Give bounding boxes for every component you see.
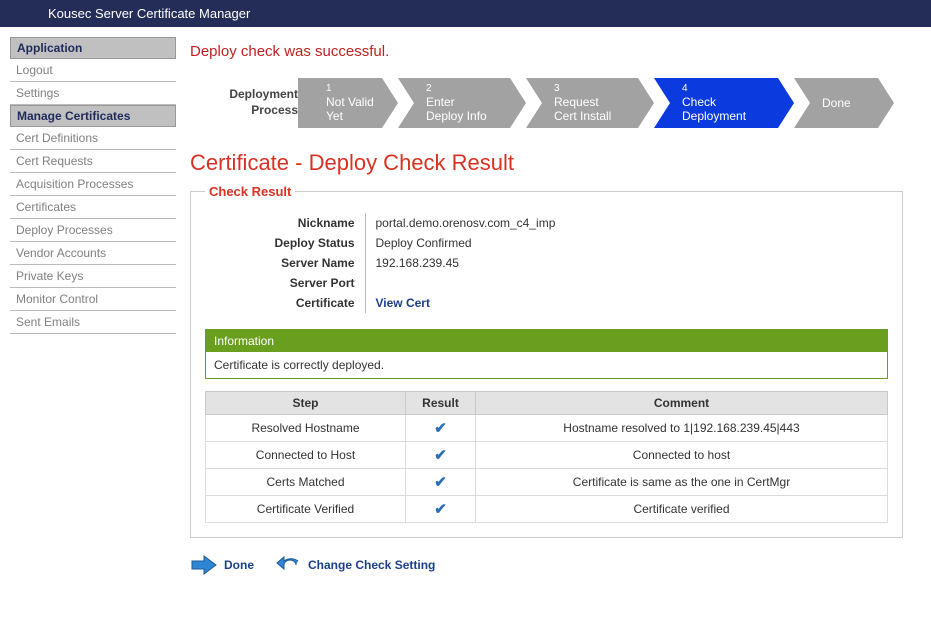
app-title: Kousec Server Certificate Manager bbox=[48, 6, 250, 21]
table-row: Resolved Hostname ✔ Hostname resolved to 1… bbox=[206, 415, 888, 442]
result-details: Nickname portal.demo.orenosv.com_c4_imp … bbox=[205, 213, 565, 313]
deploy-status-label: Deploy Status bbox=[205, 233, 365, 253]
check-icon: ✔ bbox=[434, 420, 447, 437]
server-name-label: Server Name bbox=[205, 253, 365, 273]
arrow-right-icon bbox=[190, 554, 218, 576]
change-label: Change Check Setting bbox=[308, 558, 435, 572]
info-box: Information Certificate is correctly dep… bbox=[205, 329, 888, 379]
check-result-box: Check Result Nickname portal.demo.orenos… bbox=[190, 184, 903, 538]
step-comment: Certificate verified bbox=[476, 496, 888, 523]
sidebar-item-cert-requests[interactable]: Cert Requests bbox=[10, 150, 176, 173]
step-result: ✔ bbox=[406, 415, 476, 442]
check-result-legend: Check Result bbox=[205, 184, 295, 199]
step-result: ✔ bbox=[406, 442, 476, 469]
step-name: Connected to Host bbox=[206, 442, 406, 469]
col-step: Step bbox=[206, 392, 406, 415]
action-bar: Done Change Check Setting bbox=[190, 554, 903, 576]
table-row: Certs Matched ✔ Certificate is same as the… bbox=[206, 469, 888, 496]
table-row: Connected to Host ✔ Connected to host bbox=[206, 442, 888, 469]
process-step-2: 2EnterDeploy Info bbox=[398, 78, 526, 128]
sidebar: Application Logout Settings Manage Certi… bbox=[0, 27, 182, 600]
check-icon: ✔ bbox=[434, 501, 447, 518]
sidebar-item-logout[interactable]: Logout bbox=[10, 59, 176, 82]
sidebar-section-manage-certs: Manage Certificates bbox=[10, 105, 176, 127]
process-step-1: 1Not ValidYet bbox=[298, 78, 398, 128]
server-port-label: Server Port bbox=[205, 273, 365, 293]
process-step-3: 3RequestCert Install bbox=[526, 78, 654, 128]
sidebar-item-cert-definitions[interactable]: Cert Definitions bbox=[10, 127, 176, 150]
sidebar-item-private-keys[interactable]: Private Keys bbox=[10, 265, 176, 288]
process-step-4: 4CheckDeployment bbox=[654, 78, 794, 128]
view-cert-link[interactable]: View Cert bbox=[376, 296, 430, 310]
step-comment: Certificate is same as the one in CertMg… bbox=[476, 469, 888, 496]
check-icon: ✔ bbox=[434, 447, 447, 464]
steps-table: Step Result Comment Resolved Hostname ✔ Ho… bbox=[205, 391, 888, 523]
sidebar-section-application: Application bbox=[10, 37, 176, 59]
done-button[interactable]: Done bbox=[190, 554, 254, 576]
info-header: Information bbox=[206, 330, 887, 352]
deployment-process-steps: Deployment Process 1Not ValidYet2EnterDe… bbox=[190, 78, 903, 128]
sidebar-item-monitor-control[interactable]: Monitor Control bbox=[10, 288, 176, 311]
done-label: Done bbox=[224, 558, 254, 572]
main-content: Deploy check was successful. Deployment … bbox=[182, 27, 931, 600]
col-comment: Comment bbox=[476, 392, 888, 415]
step-name: Certificate Verified bbox=[206, 496, 406, 523]
sidebar-item-vendor-accounts[interactable]: Vendor Accounts bbox=[10, 242, 176, 265]
col-result: Result bbox=[406, 392, 476, 415]
sidebar-item-sent-emails[interactable]: Sent Emails bbox=[10, 311, 176, 334]
process-step-5: Done bbox=[794, 78, 894, 128]
step-comment: Connected to host bbox=[476, 442, 888, 469]
deploy-status-value: Deploy Confirmed bbox=[365, 233, 565, 253]
sidebar-item-certificates[interactable]: Certificates bbox=[10, 196, 176, 219]
server-name-value: 192.168.239.45 bbox=[365, 253, 565, 273]
sidebar-item-settings[interactable]: Settings bbox=[10, 82, 176, 105]
change-check-setting-button[interactable]: Change Check Setting bbox=[276, 555, 435, 575]
certificate-label: Certificate bbox=[205, 293, 365, 313]
undo-icon bbox=[276, 555, 302, 575]
success-message: Deploy check was successful. bbox=[190, 43, 903, 60]
nickname-value: portal.demo.orenosv.com_c4_imp bbox=[365, 213, 565, 233]
nickname-label: Nickname bbox=[205, 213, 365, 233]
server-port-value bbox=[365, 273, 565, 293]
step-comment: Hostname resolved to 1|192.168.239.45|44… bbox=[476, 415, 888, 442]
sidebar-item-deploy-processes[interactable]: Deploy Processes bbox=[10, 219, 176, 242]
sidebar-item-acquisition-processes[interactable]: Acquisition Processes bbox=[10, 173, 176, 196]
table-row: Certificate Verified ✔ Certificate verifie… bbox=[206, 496, 888, 523]
top-bar: Kousec Server Certificate Manager bbox=[0, 0, 931, 27]
step-name: Certs Matched bbox=[206, 469, 406, 496]
step-result: ✔ bbox=[406, 469, 476, 496]
info-body: Certificate is correctly deployed. bbox=[206, 352, 887, 378]
page-title: Certificate - Deploy Check Result bbox=[190, 150, 903, 176]
step-result: ✔ bbox=[406, 496, 476, 523]
step-name: Resolved Hostname bbox=[206, 415, 406, 442]
process-label: Deployment Process bbox=[190, 87, 298, 118]
check-icon: ✔ bbox=[434, 474, 447, 491]
